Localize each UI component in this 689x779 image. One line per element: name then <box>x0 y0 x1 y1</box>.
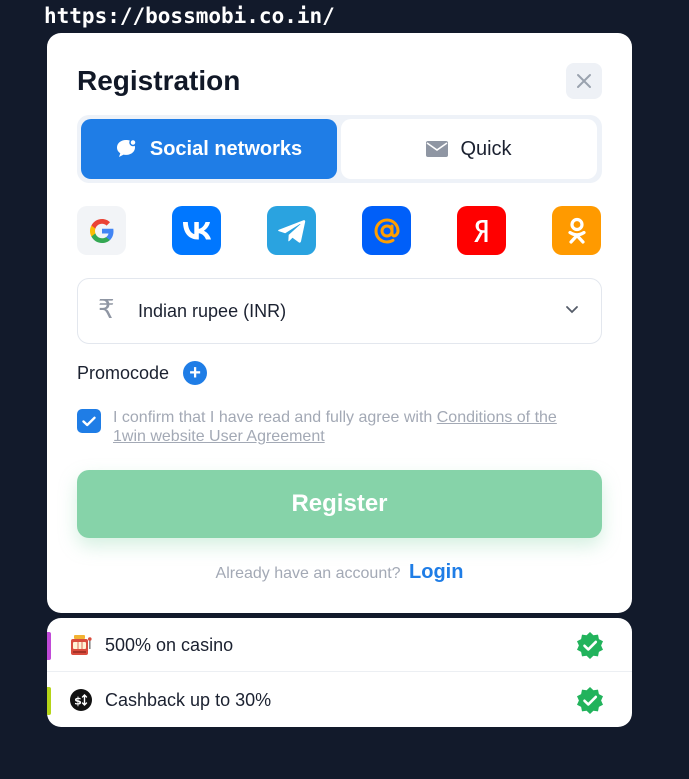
login-link[interactable]: Login <box>409 561 463 583</box>
chevron-down-icon <box>566 306 578 314</box>
close-button[interactable] <box>566 63 602 99</box>
google-login-button[interactable] <box>77 206 126 255</box>
slot-machine-icon <box>69 633 93 657</box>
register-button[interactable]: Register <box>77 470 602 538</box>
rupee-icon: ₹ <box>98 295 115 325</box>
yandex-login-button[interactable] <box>457 206 506 255</box>
bonus-text: Cashback up to 30% <box>105 690 272 710</box>
mail-login-button[interactable] <box>362 206 411 255</box>
telegram-icon <box>277 219 305 243</box>
odnoklassniki-login-button[interactable] <box>552 206 601 255</box>
bonus-accent-bar <box>47 632 51 660</box>
vk-login-button[interactable] <box>172 206 221 255</box>
google-icon <box>89 218 113 243</box>
bonus-accent-bar <box>47 687 51 715</box>
registration-modal: Registration Social networks Quick ₹ Ind… <box>47 33 632 613</box>
bonus-text: 500% on casino <box>105 635 234 655</box>
chat-bubble-icon <box>116 139 137 157</box>
vk-icon <box>182 221 211 239</box>
at-sign-icon <box>373 217 400 244</box>
agreement-statement: I confirm that I have read and fully agr… <box>113 409 433 426</box>
tab-quick[interactable]: Quick <box>341 119 597 179</box>
tab-quick-label: Quick <box>460 137 512 160</box>
svg-text:$: $ <box>74 695 82 708</box>
modal-title: Registration <box>77 65 241 96</box>
promocode-label: Promocode <box>77 362 170 383</box>
currency-select[interactable]: ₹ Indian rupee (INR) <box>77 278 602 344</box>
bonus-item: $ Cashback up to 30% <box>47 673 632 727</box>
registration-tabs: Social networks Quick <box>77 115 602 183</box>
login-prompt-row: Already have an account? Login <box>47 561 632 584</box>
currency-label: Indian rupee (INR) <box>138 301 287 321</box>
login-prompt: Already have an account? <box>215 565 401 582</box>
close-icon <box>577 74 591 88</box>
social-login-row <box>77 206 602 256</box>
cashback-icon: $ <box>69 688 93 712</box>
bonus-panel: 500% on casino $ Cashback up to 30% <box>47 618 632 727</box>
verified-badge-icon <box>577 687 603 714</box>
verified-badge-icon <box>577 632 603 659</box>
telegram-login-button[interactable] <box>267 206 316 255</box>
checkmark-icon <box>82 416 96 426</box>
browser-url: https://bossmobi.co.in/ <box>44 4 335 28</box>
tab-social-networks-label: Social networks <box>149 137 303 160</box>
bonus-item: 500% on casino <box>47 618 632 672</box>
add-promocode-button[interactable]: + <box>183 361 208 385</box>
agreement-text: I confirm that I have read and fully agr… <box>113 408 583 446</box>
envelope-icon <box>426 141 449 157</box>
odnoklassniki-icon <box>567 217 586 244</box>
tab-social-networks[interactable]: Social networks <box>81 119 337 179</box>
agreement-checkbox[interactable] <box>77 409 101 433</box>
yandex-icon <box>473 219 487 242</box>
promocode-row[interactable]: Promocode + <box>77 361 208 385</box>
